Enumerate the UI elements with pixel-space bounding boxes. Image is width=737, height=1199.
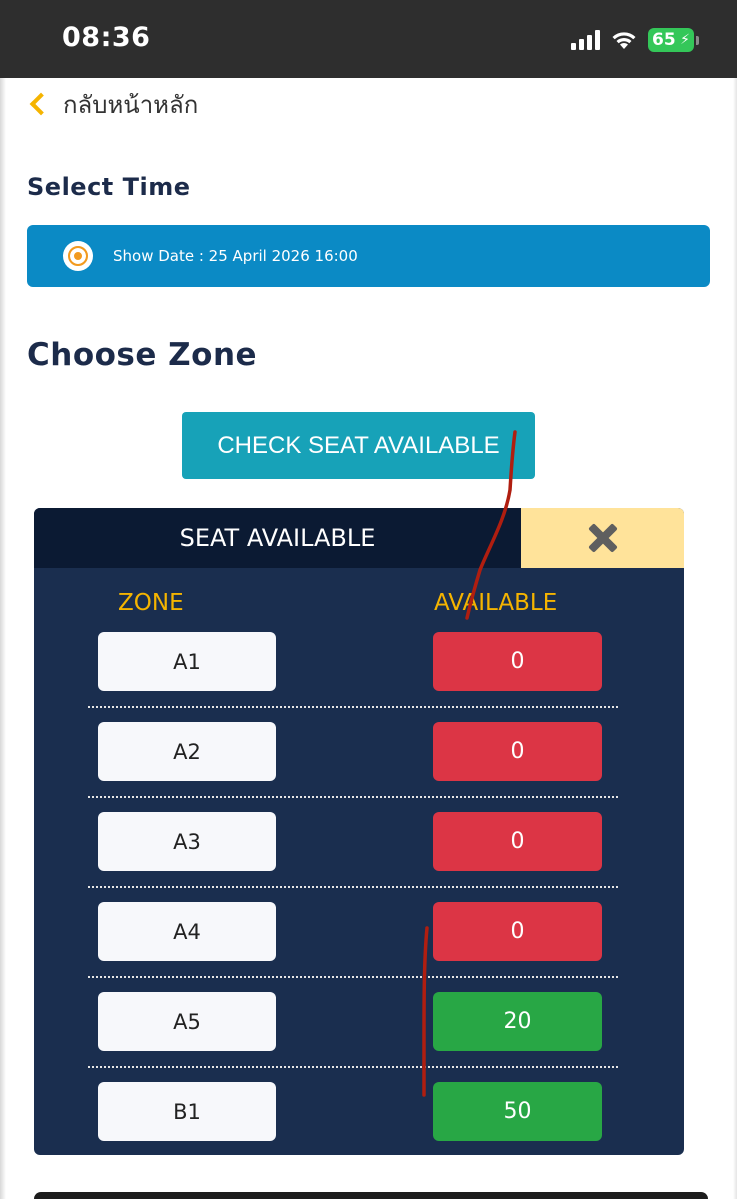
- show-date-label: Show Date : 25 April 2026 16:00: [113, 247, 358, 265]
- zone-cell: A4: [98, 902, 276, 961]
- row-divider: [88, 796, 618, 798]
- next-section-edge: [34, 1192, 708, 1199]
- row-divider: [88, 706, 618, 708]
- table-row: A4 0: [88, 902, 618, 992]
- back-label: กลับหน้าหลัก: [63, 90, 199, 119]
- page-left-edge: [0, 78, 6, 1199]
- zone-cell: A3: [98, 812, 276, 871]
- row-divider: [88, 976, 618, 978]
- zone-cell: A2: [98, 722, 276, 781]
- available-cell: 0: [433, 722, 602, 781]
- table-row: B1 50: [88, 1082, 618, 1155]
- zone-cell: A1: [98, 632, 276, 691]
- seat-available-modal: SEAT AVAILABLE ZONE AVAILABLE A1 0 A2 0 …: [34, 508, 684, 1155]
- status-bar: 08:36 65 ⚡: [0, 0, 737, 78]
- table-row: A1 0: [88, 632, 618, 722]
- battery-level: 65: [652, 30, 676, 50]
- battery-icon: 65 ⚡: [648, 28, 694, 52]
- available-cell: 0: [433, 632, 602, 691]
- wifi-icon: [612, 32, 636, 49]
- charging-bolt-icon: ⚡: [680, 32, 690, 48]
- table-row: A5 20: [88, 992, 618, 1082]
- close-icon: [588, 523, 618, 553]
- radio-selected-icon[interactable]: [63, 241, 93, 271]
- close-button[interactable]: [521, 508, 684, 568]
- status-time: 08:36: [62, 22, 151, 53]
- available-cell: 50: [433, 1082, 602, 1141]
- show-date-option[interactable]: Show Date : 25 April 2026 16:00: [27, 225, 710, 287]
- battery-cap: [696, 35, 699, 45]
- column-header-available: AVAILABLE: [434, 590, 558, 616]
- choose-zone-heading: Choose Zone: [27, 337, 258, 373]
- column-header-zone: ZONE: [118, 590, 184, 616]
- select-time-heading: Select Time: [27, 173, 191, 201]
- page-right-edge: [733, 78, 737, 1199]
- available-cell: 0: [433, 812, 602, 871]
- back-link[interactable]: กลับหน้าหลัก: [27, 86, 198, 122]
- zone-cell: B1: [98, 1082, 276, 1141]
- cellular-signal-icon: [571, 30, 600, 50]
- available-cell: 20: [433, 992, 602, 1051]
- row-divider: [88, 1066, 618, 1068]
- row-divider: [88, 886, 618, 888]
- check-seat-available-button[interactable]: CHECK SEAT AVAILABLE: [182, 412, 535, 479]
- table-row: A2 0: [88, 722, 618, 812]
- available-cell: 0: [433, 902, 602, 961]
- modal-header: SEAT AVAILABLE: [34, 508, 684, 568]
- modal-title: SEAT AVAILABLE: [34, 508, 521, 568]
- chevron-left-icon: [29, 92, 53, 116]
- table-row: A3 0: [88, 812, 618, 902]
- status-icons: 65 ⚡: [571, 26, 699, 54]
- zone-cell: A5: [98, 992, 276, 1051]
